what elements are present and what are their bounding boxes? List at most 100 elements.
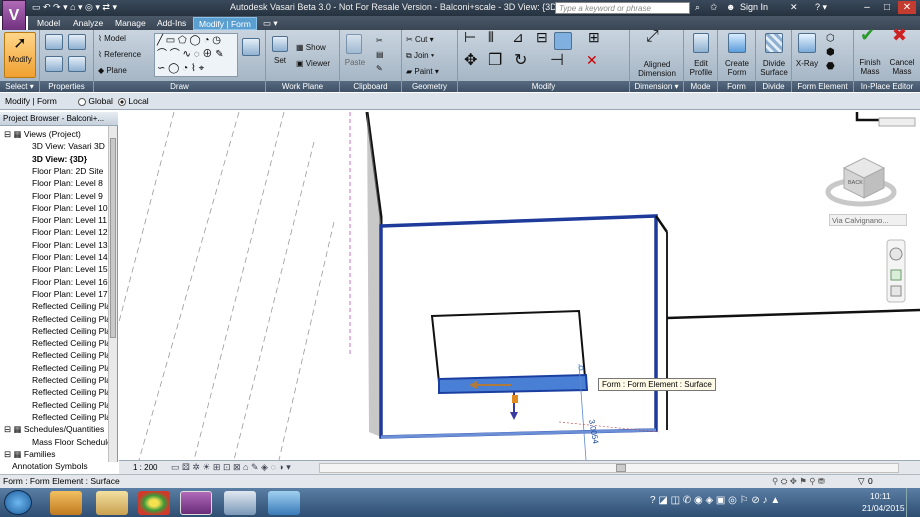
cut-icon[interactable]: ✂ (376, 36, 383, 45)
browser-item[interactable]: Reflected Ceiling Plan (32, 300, 108, 312)
paint-button[interactable]: ▰ Paint ▾ (406, 67, 439, 76)
tab-add-ins[interactable]: Add-Ins (152, 17, 191, 30)
browser-item[interactable]: ⊟ ▦ Schedules/Quantities (4, 423, 108, 435)
global-radio[interactable]: Global (78, 96, 113, 106)
browser-item[interactable]: ⊟ ▦ Families (4, 448, 108, 460)
select-dropdown[interactable]: Select ▾ (0, 81, 39, 92)
vasari-icon[interactable] (180, 491, 212, 515)
create-form-button[interactable]: Create Form (719, 59, 755, 77)
steering-wheel-icon[interactable] (889, 247, 903, 261)
browser-item[interactable]: Floor Plan: Level 12 (32, 226, 108, 238)
draw-model-button[interactable]: ⌇ Model (98, 34, 126, 43)
zoom-icon[interactable] (890, 269, 902, 281)
viewcube[interactable]: BACK (825, 157, 897, 207)
draw-plane-button[interactable]: ◆ Plane (98, 66, 127, 75)
help-icon[interactable]: ? ▾ (815, 2, 827, 13)
browser-item[interactable]: Floor Plan: Level 9 (32, 190, 108, 202)
paint-app-icon[interactable] (224, 491, 256, 515)
quick-access-toolbar[interactable]: ▭ ↶ ↷ ▾ ⌂ ▾ ◎ ▾ ⇄ ▾ (32, 2, 117, 13)
clock-date[interactable]: 21/04/2015 (862, 503, 905, 513)
help-search-input[interactable]: Type a keyword or phrase (555, 2, 690, 14)
match-properties-icon[interactable]: ✎ (376, 64, 383, 73)
chrome-icon[interactable] (138, 491, 170, 515)
3d-viewport[interactable]: 3.0054 BACK Via Calvignano... Form : For… (119, 112, 920, 460)
browser-scroll-thumb[interactable] (110, 138, 116, 338)
align-icon[interactable]: ⊢ (464, 30, 476, 44)
view-window-controls[interactable] (878, 117, 916, 127)
local-radio[interactable]: Local (118, 96, 149, 106)
set-workplane-button[interactable]: Set (270, 56, 290, 65)
application-menu-button[interactable]: V (2, 0, 26, 34)
horizontal-scroll-thumb[interactable] (616, 464, 626, 472)
rotate-icon[interactable]: ↻ (514, 53, 527, 69)
browser-item[interactable]: Floor Plan: Level 10 (32, 202, 108, 214)
tab-model[interactable]: Model (32, 17, 65, 30)
browser-item[interactable]: Mass Floor Schedule (32, 436, 108, 448)
browser-item[interactable]: Reflected Ceiling Plan (32, 337, 108, 349)
browser-item[interactable]: Floor Plan: 2D Site (32, 165, 108, 177)
media-player-icon[interactable] (50, 491, 82, 515)
aligned-dimension-button[interactable]: Aligned Dimension (632, 60, 682, 78)
model-canvas[interactable]: 3.0054 BACK (119, 112, 920, 460)
browser-scrollbar[interactable] (108, 126, 117, 462)
join-geometry-button[interactable]: ⧉ Join ▾ (406, 51, 434, 60)
browser-item[interactable]: Reflected Ceiling Plan (32, 349, 108, 361)
offset-icon[interactable]: ⫴ (488, 30, 494, 44)
start-button[interactable] (4, 490, 32, 515)
split-icon[interactable]: ⊞ (588, 30, 600, 44)
move-icon[interactable]: ✥ (464, 53, 477, 69)
exchange-icon[interactable]: ✕ (790, 2, 798, 13)
add-edge-icon[interactable]: ⬡ (826, 34, 835, 44)
mirror-axis-icon[interactable]: ⊟ (536, 30, 548, 44)
browser-item[interactable]: Floor Plan: Level 13 (32, 239, 108, 251)
browser-item[interactable]: Reflected Ceiling Plan (32, 325, 108, 337)
close-button[interactable]: ✕ (898, 1, 916, 14)
file-explorer-icon[interactable] (96, 491, 128, 515)
tab-manage[interactable]: Manage (110, 17, 151, 30)
browser-item[interactable]: ⊟ ▦ Views (Project) (4, 128, 108, 140)
edit-profile-button[interactable]: Edit Profile (685, 59, 717, 77)
browser-item[interactable]: Floor Plan: Level 16 (32, 276, 108, 288)
binoculars-icon[interactable]: ⌕ (695, 2, 700, 13)
show-workplane-button[interactable]: ▦ Show (296, 43, 326, 52)
browser-item[interactable]: Reflected Ceiling Plan (32, 411, 108, 423)
family-types-icon[interactable] (45, 56, 63, 72)
browser-item[interactable]: Annotation Symbols (12, 460, 108, 472)
browser-item[interactable]: Floor Plan: Level 15 (32, 263, 108, 275)
browser-item[interactable]: Reflected Ceiling Plan (32, 374, 108, 386)
delete-icon[interactable]: ✕ (586, 53, 598, 67)
browser-item[interactable]: Reflected Ceiling Plan (32, 386, 108, 398)
mirror-icon[interactable]: ⊿ (512, 30, 524, 44)
location-label[interactable]: Via Calvignano... (829, 214, 907, 226)
add-profile-icon[interactable]: ⬢ (826, 48, 835, 58)
horizontal-scrollbar[interactable] (319, 463, 899, 473)
view-control-icons[interactable]: ▭ ⚄ ✲ ☀ ⊞ ⊡ ⊠ ⌂ ✎ ◈ ◌ ◑ ▾ (171, 462, 291, 473)
paste-button[interactable]: Paste (342, 58, 368, 67)
view-scale[interactable]: 1 : 200 (133, 463, 157, 472)
trim-icon[interactable]: ⊣ (550, 53, 564, 69)
family-category-icon[interactable] (68, 56, 86, 72)
tray-icons[interactable]: ? ◪ ◫ ✆ ◉ ◈ ▣ ◎ ⚐ ⊘ ♪ ▲ (650, 495, 780, 506)
ribbon-options-button[interactable]: ▭ ▾ (258, 17, 283, 30)
browser-item[interactable]: 3D View: {3D} (32, 153, 108, 165)
selected-surface[interactable] (438, 373, 589, 395)
star-icon[interactable]: ✩ (710, 2, 718, 13)
orbit-icon[interactable] (890, 285, 902, 297)
copy-element-icon[interactable]: ❐ (488, 53, 502, 69)
finish-mass-button[interactable]: Finish Mass (856, 58, 884, 76)
copy-icon[interactable]: ▤ (376, 50, 384, 59)
filter-icon[interactable]: ▽ (858, 475, 865, 488)
browser-item[interactable]: Reflected Ceiling Plan (32, 313, 108, 325)
gizmo-origin[interactable] (512, 395, 518, 403)
type-properties-icon[interactable] (68, 34, 86, 50)
show-desktop-button[interactable] (906, 488, 920, 517)
properties-icon[interactable] (45, 34, 63, 50)
maximize-button[interactable]: □ (878, 1, 896, 14)
modify-button[interactable]: ➚ Modify (4, 32, 36, 78)
browser-item[interactable]: Floor Plan: Level 8 (32, 177, 108, 189)
selection-filter-icons[interactable]: ⚲ ⛭ ✥ ⚑ ⚲ ⛃ (772, 475, 825, 488)
tab-analyze[interactable]: Analyze (68, 17, 108, 30)
sign-in-link[interactable]: Sign In (740, 2, 768, 12)
cut-geometry-button[interactable]: ✂ Cut ▾ (406, 35, 434, 44)
draw-reference-button[interactable]: ⌇ Reference (98, 50, 141, 59)
